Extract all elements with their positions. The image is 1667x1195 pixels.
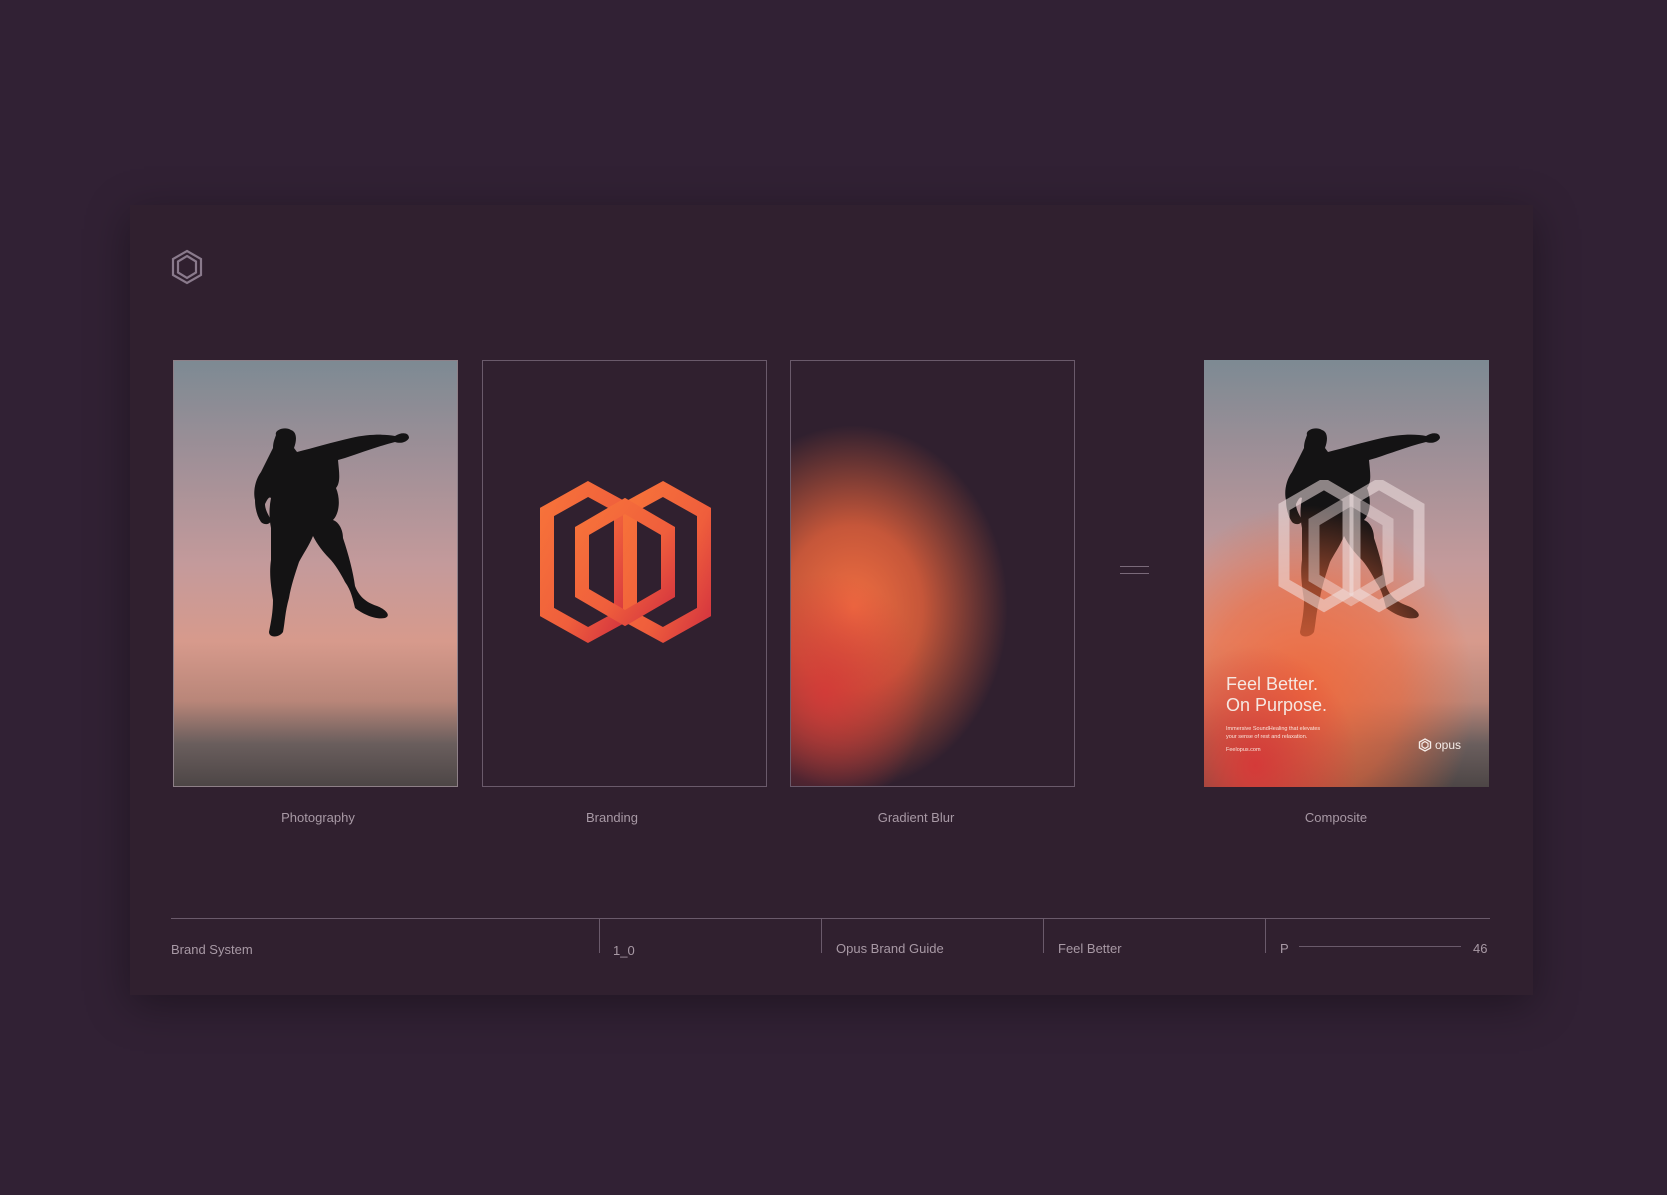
footer-tagline: Feel Better	[1058, 941, 1122, 956]
composite-subcopy: Immersive SoundHealing that elevates you…	[1226, 726, 1321, 740]
footer-version: 1_0	[613, 943, 635, 958]
footer-rule	[171, 918, 1490, 919]
composite-url: Feelopus.com	[1226, 747, 1261, 753]
footer-divider	[1043, 918, 1044, 953]
composite-tagline: Feel Better. On Purpose.	[1226, 674, 1328, 715]
caption-branding: Branding	[585, 810, 639, 825]
hexagon-logo-icon	[1418, 738, 1432, 752]
caption-composite: Composite	[1304, 810, 1368, 825]
brand-guide-slide: Feel Better. On Purpose. Immersive Sound…	[130, 205, 1533, 995]
footer-divider	[1265, 918, 1266, 953]
opus-hexagon-logo-icon	[540, 481, 711, 643]
jumping-person-silhouette	[254, 428, 409, 637]
photography-panel	[173, 360, 458, 787]
hexagon-logo-icon	[171, 249, 203, 285]
footer-page-number: 46	[1473, 941, 1488, 956]
equals-icon	[1120, 566, 1149, 576]
page-progress-line	[1299, 946, 1461, 947]
opus-wordmark: opus	[1418, 738, 1461, 752]
caption-gradient-blur: Gradient Blur	[877, 810, 955, 825]
footer-page-prefix: P	[1280, 941, 1289, 956]
brand-name: opus	[1435, 738, 1462, 752]
caption-photography: Photography	[281, 810, 355, 825]
gradient-blur-panel	[790, 360, 1075, 787]
footer-section: Brand System	[171, 942, 253, 957]
opus-hexagon-outline-icon	[1278, 480, 1425, 613]
branding-panel	[482, 360, 767, 787]
footer-document: Opus Brand Guide	[836, 941, 944, 956]
footer-divider	[599, 918, 600, 953]
gradient-blur-swatch	[791, 361, 1074, 786]
composite-panel: Feel Better. On Purpose. Immersive Sound…	[1204, 360, 1489, 787]
footer-divider	[821, 918, 822, 953]
